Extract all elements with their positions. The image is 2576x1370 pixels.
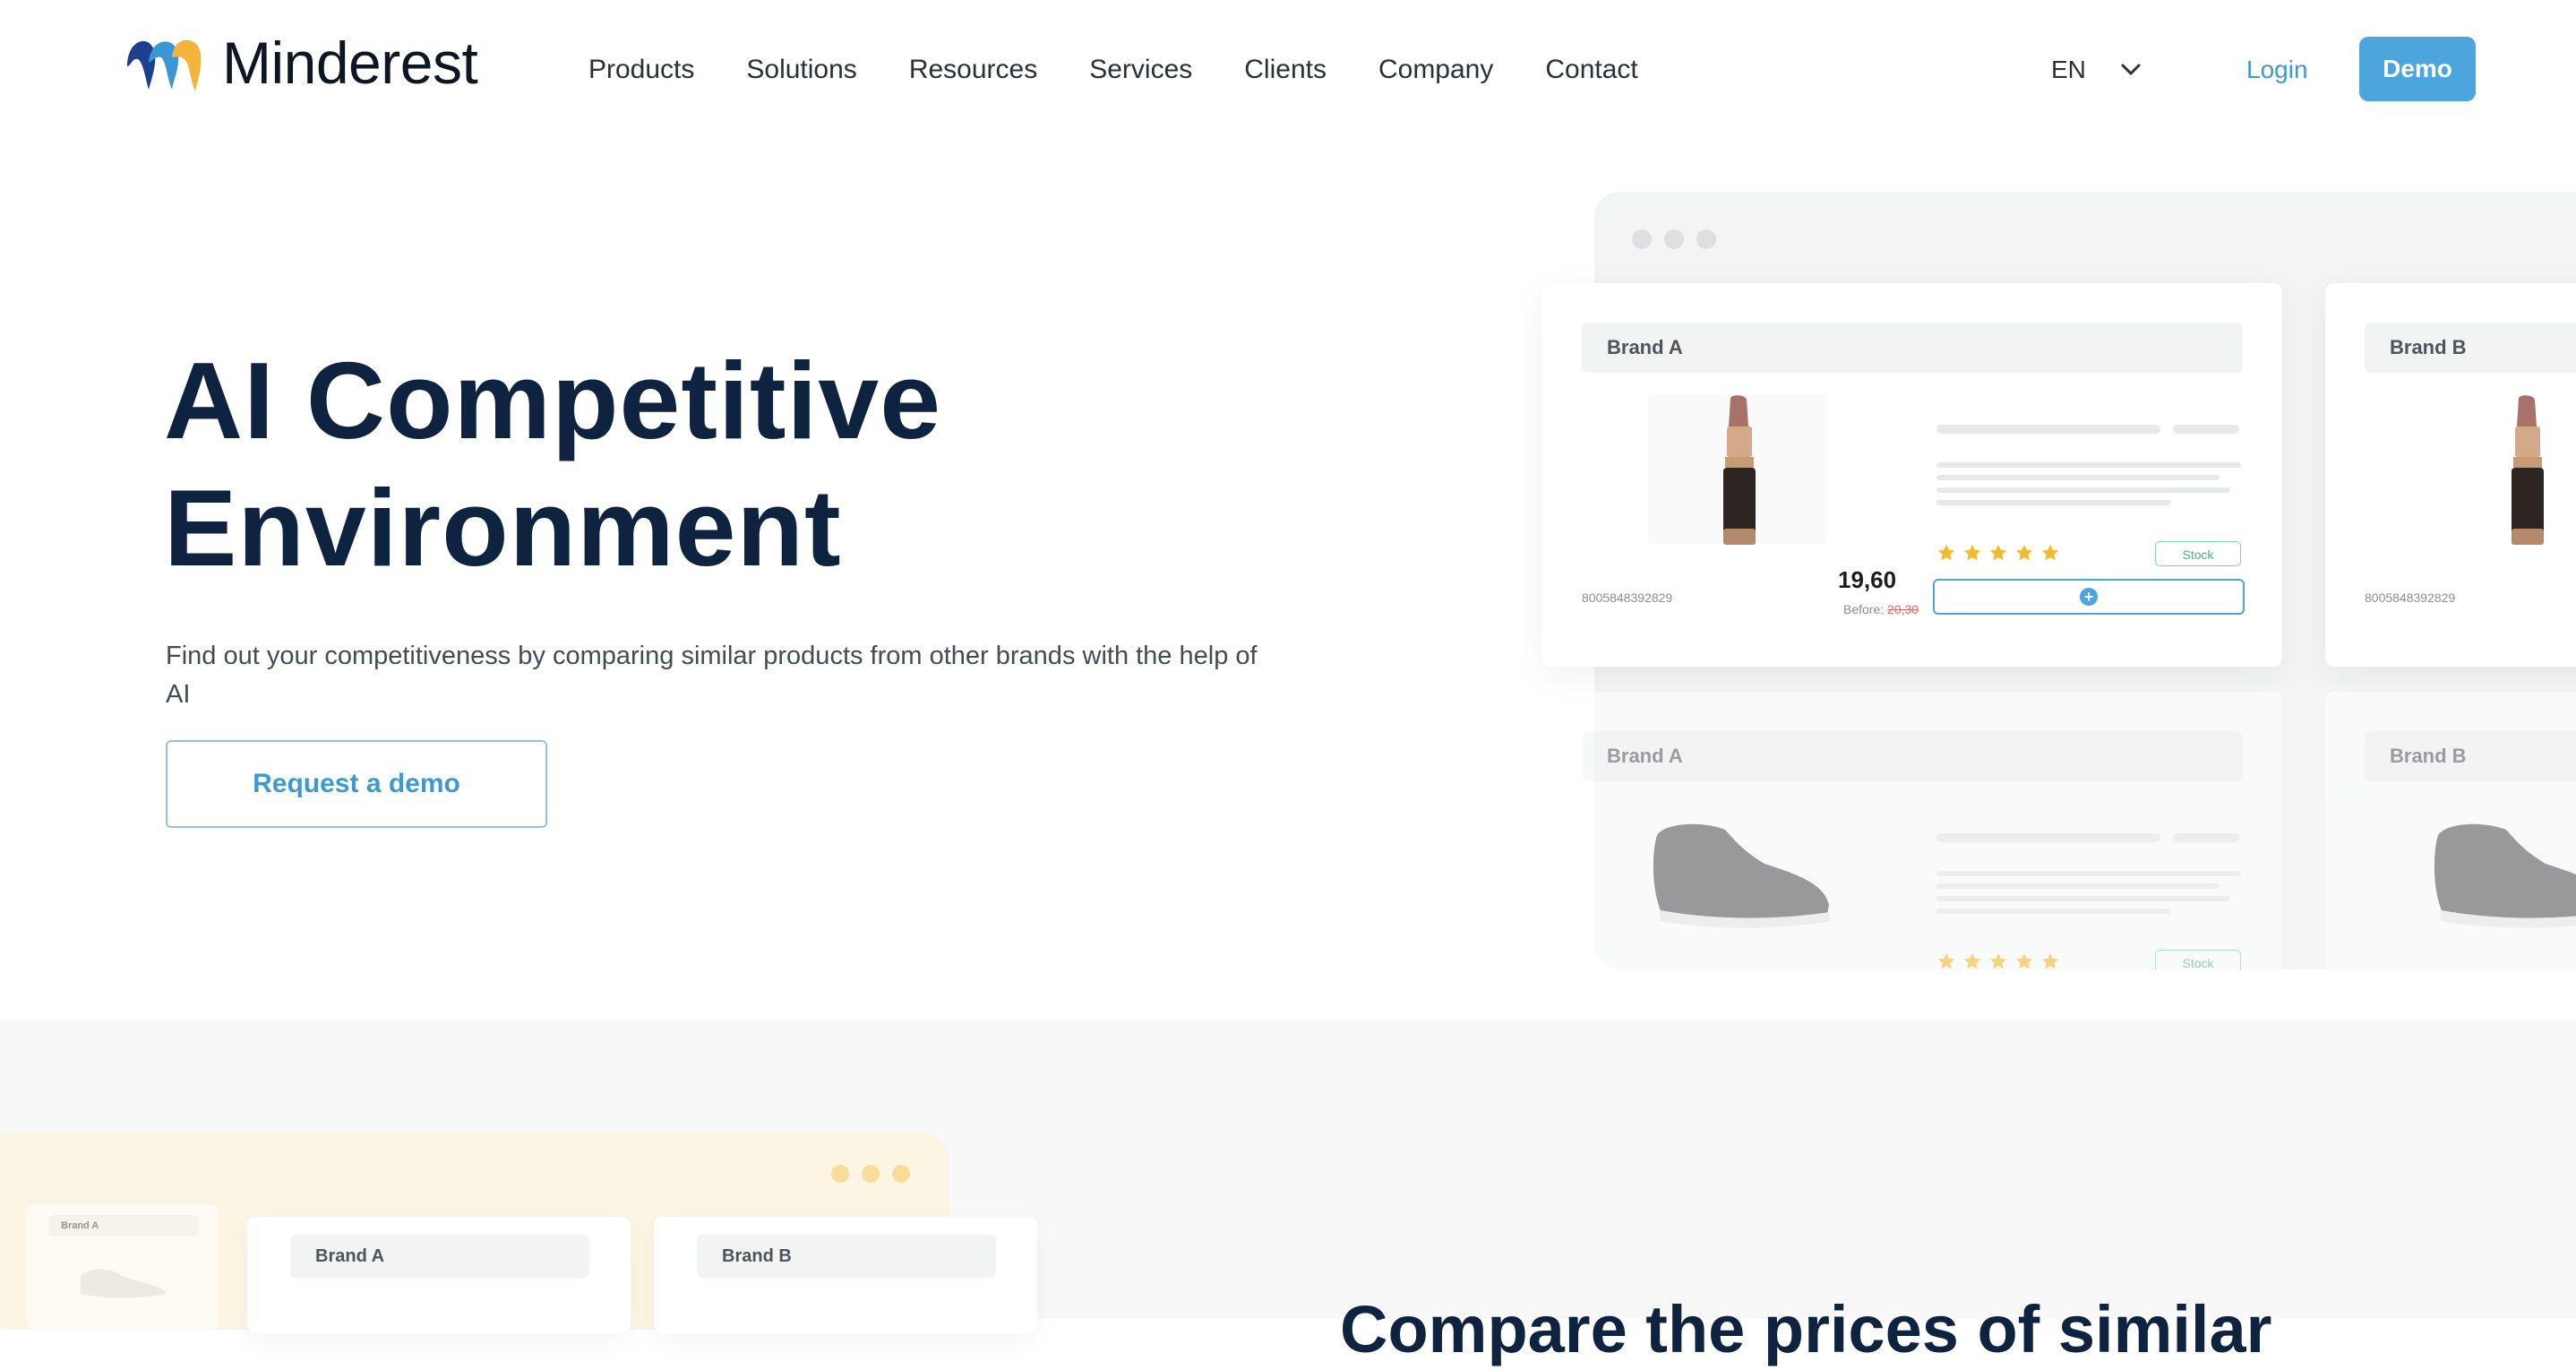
- window-dot: [1696, 229, 1716, 249]
- placeholder-line: [1936, 871, 2241, 876]
- product-card: Brand A: [247, 1217, 631, 1333]
- brand-logo[interactable]: Minderest: [122, 27, 478, 99]
- plus-icon: +: [2080, 588, 2098, 606]
- star-rating: [1936, 952, 2066, 969]
- card-brand-label: Brand A: [1582, 323, 2243, 373]
- product-card: Brand A Stock: [1542, 692, 2282, 969]
- card-brand-label: Brand A: [1582, 731, 2243, 781]
- nav-item-resources[interactable]: Resources: [909, 50, 1037, 90]
- window-dot: [862, 1165, 880, 1183]
- lipstick-icon: [1723, 395, 1756, 545]
- language-code: EN: [2051, 56, 2086, 83]
- product-card: Brand B 8005848392829: [2325, 283, 2576, 667]
- product-card: Brand A 8005848392829 19,60 Before: 20,3…: [1542, 283, 2282, 667]
- chevron-down-icon: [2121, 64, 2141, 75]
- nav-item-solutions[interactable]: Solutions: [746, 50, 856, 90]
- previous-price: Before: 20,30: [1843, 602, 1919, 616]
- card-brand-label: Brand B: [2365, 731, 2576, 781]
- placeholder-line: [2173, 833, 2239, 842]
- star-rating: [1936, 543, 2066, 563]
- add-to-compare-button[interactable]: +: [1933, 579, 2245, 615]
- product-card: Brand A: [27, 1204, 219, 1330]
- brand-name: Minderest: [222, 30, 478, 96]
- placeholder-line: [1936, 500, 2171, 505]
- stock-badge: Stock: [2155, 541, 2241, 566]
- placeholder-line: [1936, 425, 2160, 434]
- placeholder-line: [2173, 425, 2239, 434]
- placeholder-line: [1936, 909, 2171, 914]
- star-icon: [1963, 544, 1981, 561]
- product-card: Brand B: [654, 1217, 1037, 1333]
- window-dot: [1632, 229, 1652, 249]
- card-brand-label: Brand B: [2365, 323, 2576, 373]
- stock-badge: Stock: [2155, 950, 2241, 969]
- placeholder-line: [1936, 883, 2220, 889]
- login-link[interactable]: Login: [2246, 50, 2308, 90]
- before-price: 20,30: [1887, 602, 1919, 616]
- before-label: Before:: [1843, 602, 1885, 616]
- star-icon: [2041, 952, 2059, 969]
- product-price: 19,60: [1838, 566, 1897, 593]
- product-sku: 8005848392829: [2365, 590, 2456, 605]
- nav-item-contact[interactable]: Contact: [1545, 50, 1637, 90]
- main-menu: Products Solutions Resources Services Cl…: [588, 50, 1690, 90]
- hero-subtitle: Find out your competitiveness by compari…: [166, 642, 1258, 709]
- section-title: Compare the prices of similar: [1340, 1292, 2272, 1367]
- placeholder-line: [1936, 462, 2241, 468]
- product-sku: 8005848392829: [1582, 590, 1673, 605]
- star-icon: [1937, 952, 1955, 969]
- star-icon: [2041, 544, 2059, 561]
- hero-title-line-2: Environment: [164, 467, 842, 589]
- demo-button[interactable]: Demo: [2359, 37, 2476, 101]
- hero-title-line-1: AI Competitive: [164, 340, 942, 461]
- window-dot: [892, 1165, 910, 1183]
- language-selector[interactable]: EN: [2051, 50, 2142, 90]
- sneaker-icon: [1653, 823, 1831, 928]
- compare-prices-section: Brand A Brand A Brand B: [0, 1020, 2576, 1333]
- card-brand-label: Brand A: [290, 1235, 589, 1278]
- hero-title: AI Competitive Environment: [164, 337, 941, 591]
- nav-item-company[interactable]: Company: [1378, 50, 1493, 90]
- nav-item-products[interactable]: Products: [588, 50, 694, 90]
- product-card: Brand B: [2325, 692, 2576, 969]
- placeholder-line: [1936, 487, 2230, 493]
- card-brand-label: Brand A: [48, 1215, 199, 1236]
- window-dot: [831, 1165, 849, 1183]
- star-icon: [2015, 544, 2033, 561]
- star-icon: [1989, 544, 2007, 561]
- minderest-logo-icon: [127, 39, 202, 91]
- star-icon: [1937, 544, 1955, 561]
- star-icon: [1989, 952, 2007, 969]
- request-demo-button[interactable]: Request a demo: [166, 740, 547, 828]
- top-navigation: Minderest Products Solutions Resources S…: [0, 0, 2576, 134]
- product-comparison-mockup: Brand A 8005848392829 19,60 Before: 20,3…: [1514, 179, 2576, 969]
- placeholder-line: [1936, 833, 2160, 842]
- window-dot: [1664, 229, 1684, 249]
- lipstick-icon: [2512, 395, 2544, 545]
- star-icon: [2015, 952, 2033, 969]
- card-brand-label: Brand B: [697, 1235, 996, 1278]
- sneaker-icon: [81, 1269, 167, 1298]
- nav-item-clients[interactable]: Clients: [1244, 50, 1327, 90]
- nav-item-services[interactable]: Services: [1089, 50, 1192, 90]
- placeholder-line: [1936, 475, 2220, 480]
- placeholder-line: [1936, 896, 2230, 901]
- sneaker-icon: [2434, 823, 2576, 928]
- star-icon: [1963, 952, 1981, 969]
